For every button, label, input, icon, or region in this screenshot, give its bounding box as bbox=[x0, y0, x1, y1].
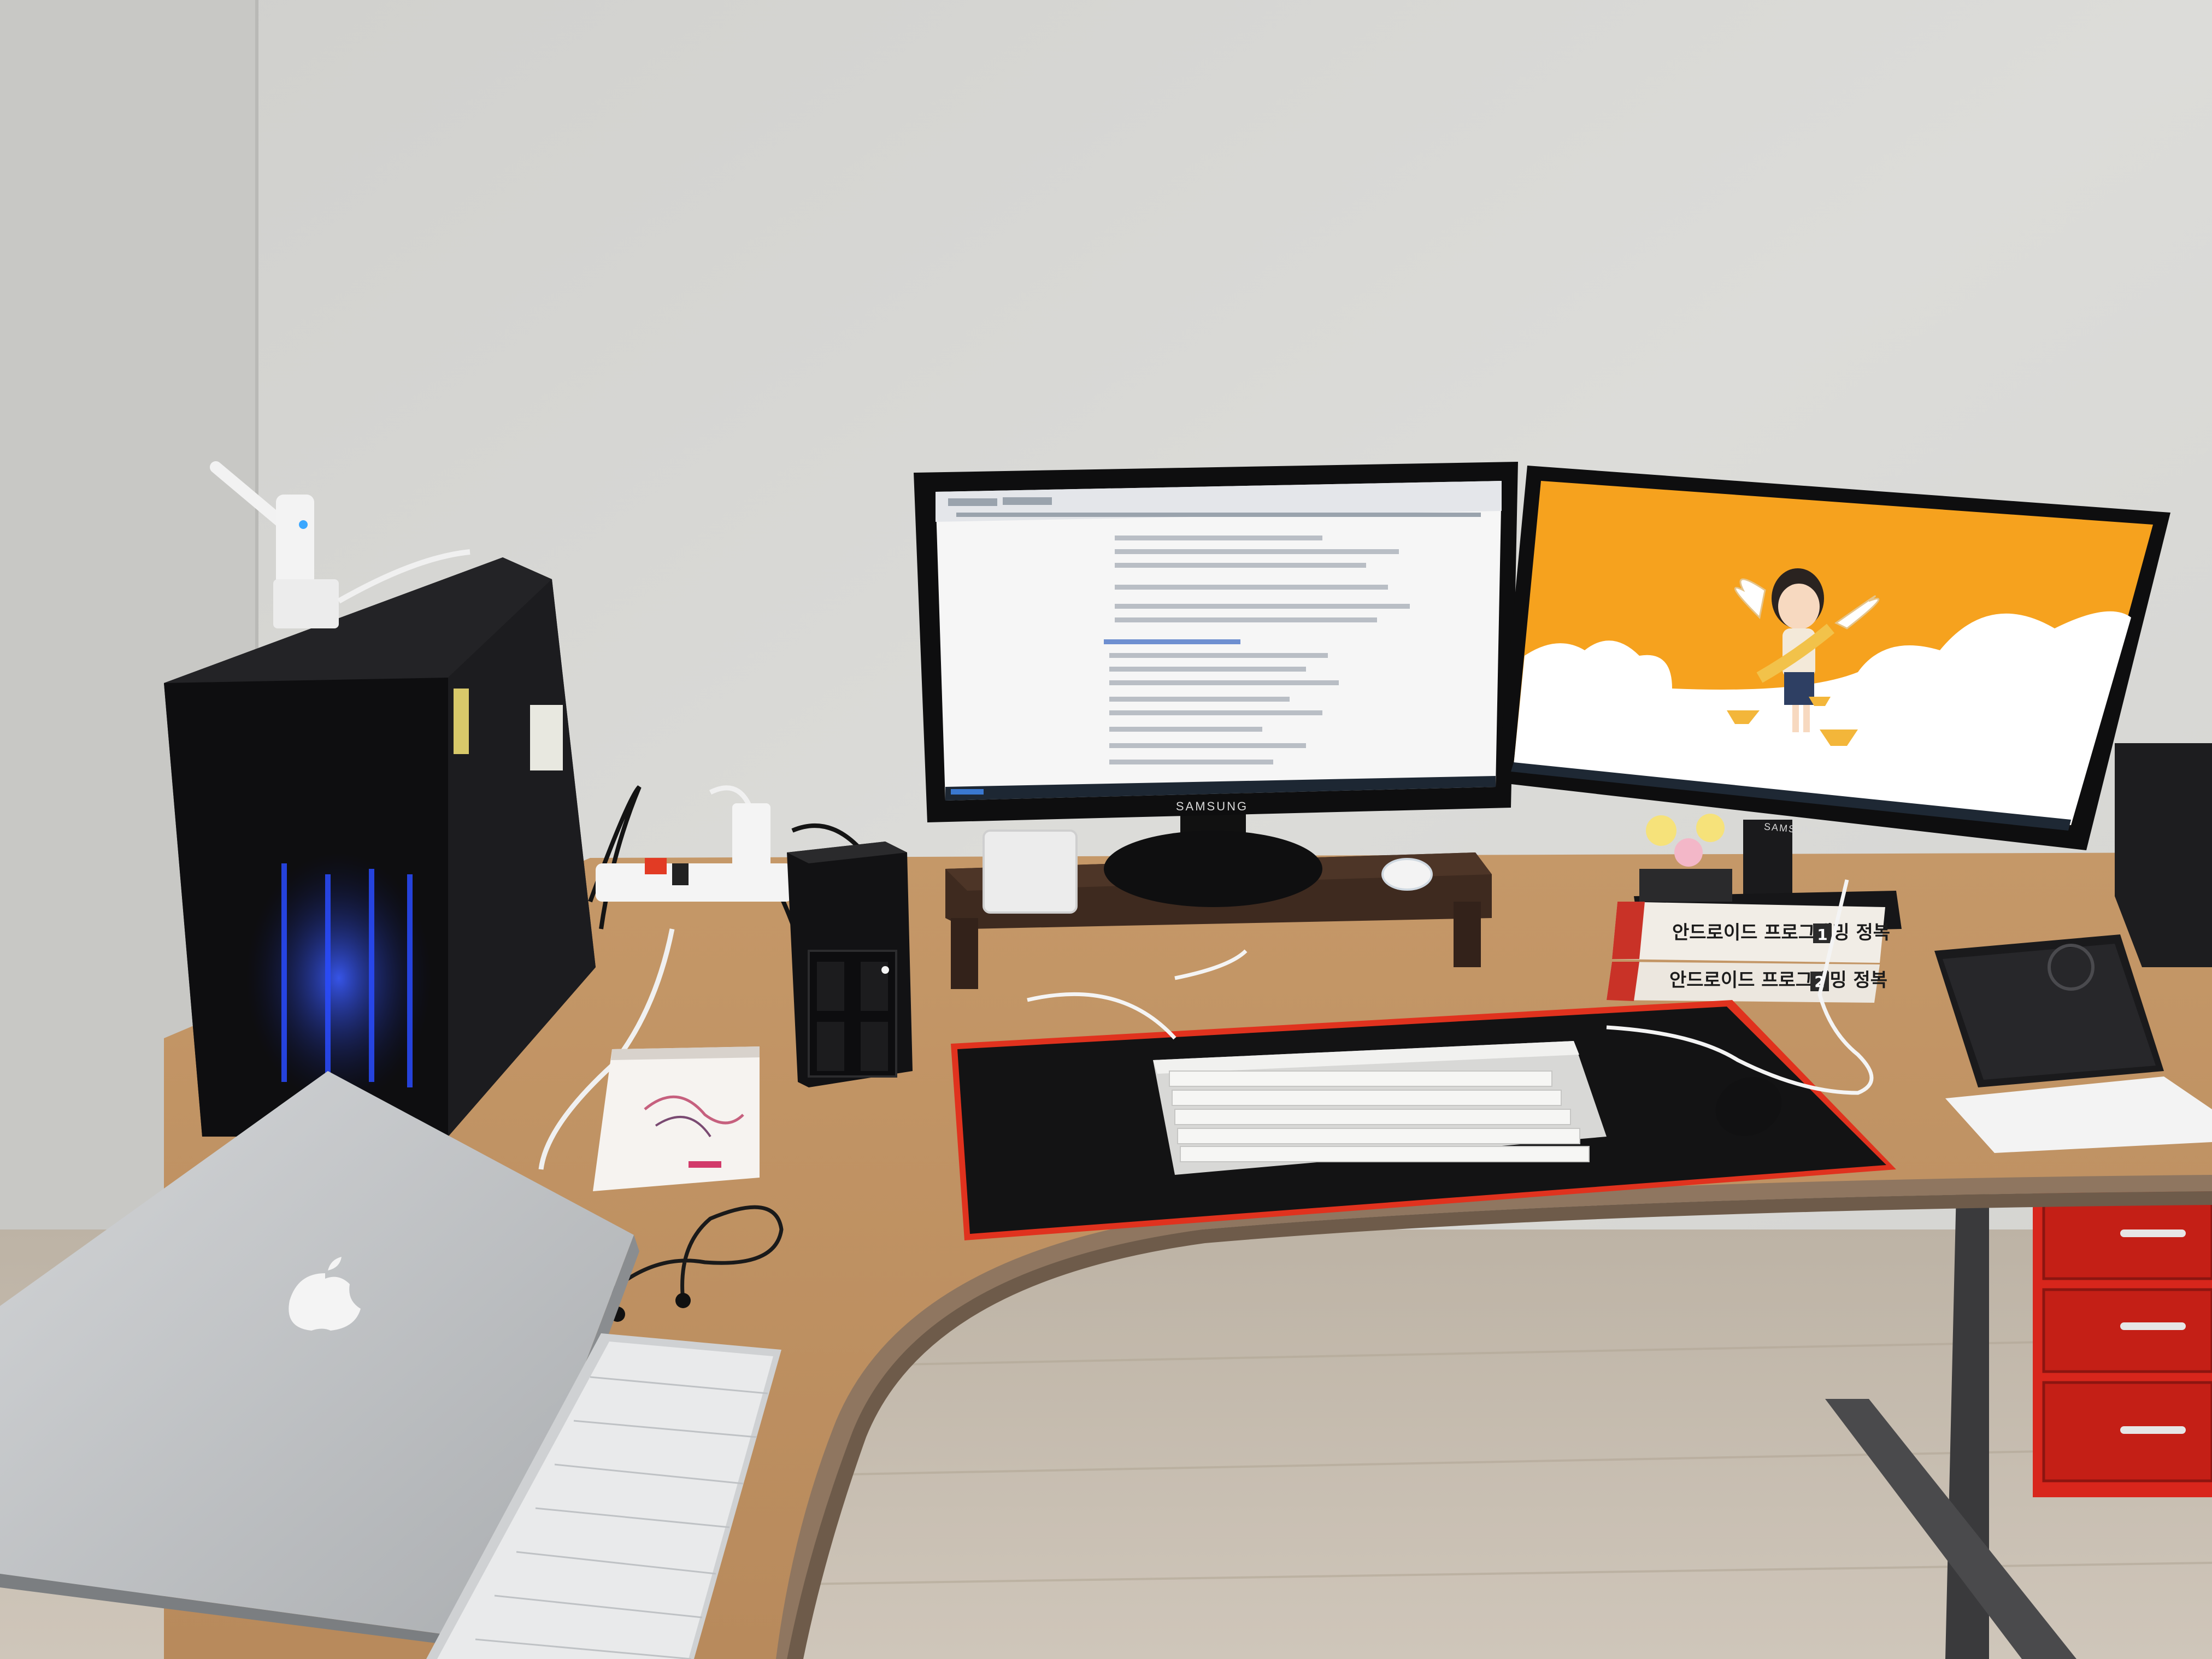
white-puck bbox=[1381, 858, 1433, 891]
right-monitor: SAMSUNG bbox=[1497, 466, 2170, 850]
left-monitor-brand: SAMSUNG bbox=[1176, 799, 1248, 813]
notepad bbox=[593, 1046, 760, 1191]
book-1-title: 안드로이드 프로그래밍 정복 bbox=[1672, 922, 1890, 944]
nas-box bbox=[787, 842, 913, 1087]
right-edge-box bbox=[2115, 743, 2212, 967]
book-1-volume: 1 bbox=[1817, 926, 1827, 944]
mechanical-keyboard bbox=[1153, 1041, 1607, 1175]
white-box bbox=[983, 829, 1078, 914]
desk-setup-photo: SAMSUNG SAMSUNG 안드로이드 프로그래밍 정복 1 안드로이드 프… bbox=[0, 0, 2212, 1659]
book-stack: 안드로이드 프로그래밍 정복 1 안드로이드 프로그래밍 정복 2 bbox=[1607, 902, 1890, 1003]
left-monitor: SAMSUNG bbox=[914, 462, 1518, 822]
book-2-title: 안드로이드 프로그래밍 정복 bbox=[1669, 969, 1887, 991]
red-drawer-cabinet bbox=[2033, 1180, 2212, 1497]
